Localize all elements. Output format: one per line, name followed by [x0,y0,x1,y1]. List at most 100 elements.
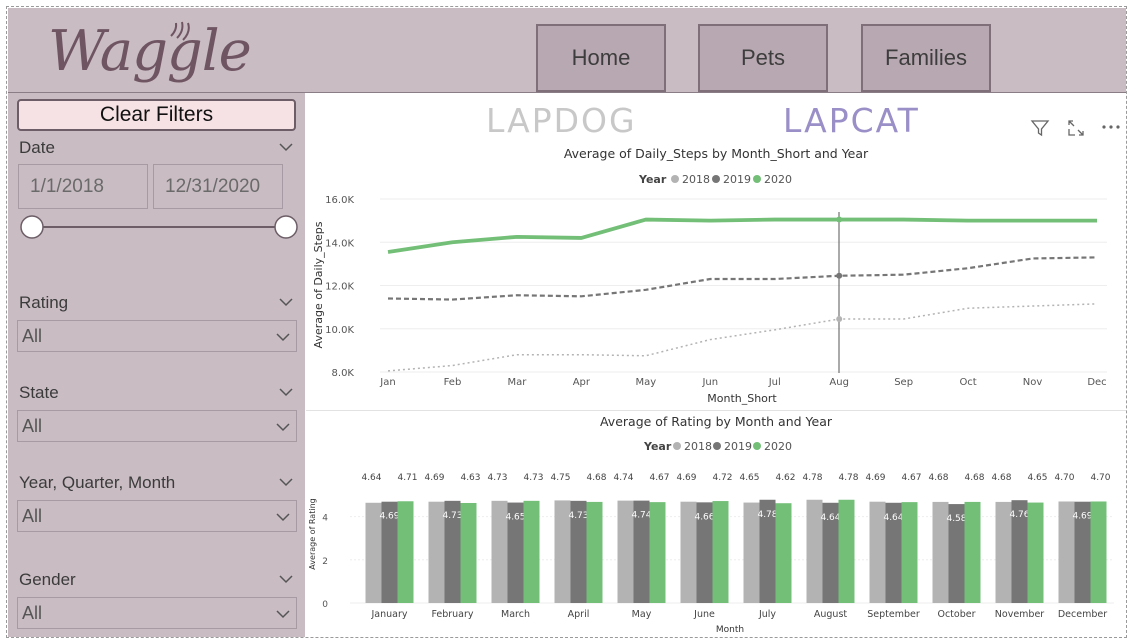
nav-home-button[interactable]: Home [536,24,666,92]
y-tick-label: 4 [322,514,328,524]
chevron-down-icon[interactable] [279,477,293,487]
state-dropdown[interactable]: All [17,410,297,442]
date-filter-label: Date [19,138,55,157]
bar-data-label: 4.78 [757,510,777,520]
chevron-down-icon[interactable] [279,574,293,584]
nav-families-button[interactable]: Families [861,24,991,92]
date-start-field[interactable]: 1/1/2018 [18,164,148,209]
bar-data-label: 4.75 [550,473,570,483]
bar-2020-July[interactable] [775,503,792,603]
bar-2020-March[interactable] [523,500,540,603]
legend-marker-2019 [713,442,721,450]
bar-data-label: 4.69 [424,473,444,483]
yqm-filter-label: Year, Quarter, Month [19,473,176,492]
x-tick-label: May [635,377,656,388]
bar-data-label: 4.78 [838,473,858,483]
chevron-down-icon[interactable] [279,142,293,152]
daily-steps-line-chart[interactable]: Average of Daily_Steps by Month_Short an… [306,143,1126,408]
bar-2020-November[interactable] [1027,502,1044,603]
x-tick-label: Oct [959,377,976,388]
series-line-2018[interactable] [387,303,1098,372]
x-tick-label: May [632,609,652,620]
bar-2020-January[interactable] [397,501,414,603]
bar-chart-legend: Year 2018 2019 2020 [643,440,792,453]
x-tick-label: Aug [829,377,849,388]
bar-data-label: 4.74 [613,473,633,483]
bar-chart-x-axis-label: Month [716,625,744,635]
chevron-down-icon [276,610,290,619]
bar-data-label: 4.78 [802,473,822,483]
bar-chart-title: Average of Rating by Month and Year [600,414,833,429]
bar-data-label: 4.68 [964,473,984,483]
line-chart-title: Average of Daily_Steps by Month_Short an… [564,146,869,161]
series-line-2020[interactable] [387,217,1097,254]
date-end-field[interactable]: 12/31/2020 [153,164,283,209]
nav-pets-button[interactable]: Pets [698,24,828,92]
chevron-down-icon[interactable] [279,387,293,397]
yqm-dropdown[interactable]: All [17,500,297,532]
bar-data-label: 4.69 [1072,512,1092,522]
bar-2020-February[interactable] [460,502,477,603]
chevron-down-icon [276,333,290,342]
chevron-down-icon [276,513,290,522]
bar-data-label: 4.69 [379,512,399,522]
bar-data-label: 4.65 [505,513,525,523]
x-tick-label: November [995,609,1045,620]
x-tick-label: Jul [768,377,781,388]
y-tick-label: 0 [322,600,328,610]
bar-data-label: 4.69 [676,473,696,483]
hover-point-2018[interactable] [836,316,843,323]
bar-2020-December[interactable] [1090,501,1107,603]
bar-chart-y-axis-label: Average of Rating [308,498,317,569]
rating-dropdown-value: All [22,325,43,346]
gender-dropdown[interactable]: All [17,597,297,629]
x-tick-label: April [568,609,590,620]
bar-2020-August[interactable] [838,499,855,603]
bar-data-label: 4.69 [865,473,885,483]
logo-waves-icon [170,21,190,41]
legend-label-2019: 2019 [724,440,752,453]
x-tick-label: August [814,609,848,620]
y-tick-label: 10.0K [325,325,354,336]
chevron-down-icon[interactable] [279,297,293,307]
bar-2020-September[interactable] [901,502,918,603]
filter-icon[interactable] [1030,118,1050,138]
x-tick-label: December [1058,609,1107,620]
date-range-slider[interactable] [16,213,300,243]
x-tick-label: Mar [507,377,527,388]
bar-2020-May[interactable] [649,502,666,603]
bar-data-label: 4.62 [775,473,795,483]
line-chart-y-axis-label: Average of Daily_Steps [312,221,325,348]
line-chart-series [387,216,1098,372]
bar-data-label: 4.76 [1009,510,1029,520]
line-chart-x-axis-label: Month_Short [707,392,777,405]
more-options-icon[interactable] [1101,124,1121,130]
bar-data-label: 4.73 [487,473,507,483]
rating-dropdown[interactable]: All [17,320,297,352]
legend-label-2020: 2020 [764,173,792,186]
legend-marker-2020 [753,175,761,183]
state-filter-label: State [19,383,59,402]
series-line-2019[interactable] [387,256,1098,301]
clear-filters-button[interactable]: Clear Filters [17,99,296,131]
rating-bar-chart[interactable]: Average of Rating by Month and Year Year… [306,410,1126,637]
bar-2020-April[interactable] [586,501,603,603]
bar-data-label: 4.64 [361,473,381,483]
hover-point-2019[interactable] [836,272,843,279]
focus-mode-icon[interactable] [1067,119,1085,137]
line-chart-gridlines [380,198,1107,373]
line-chart-y-ticks: 8.0K 10.0K 12.0K 14.0K 16.0K [325,195,354,379]
filter-sidebar: Clear Filters Date 1/1/2018 12/31/2020 R… [8,93,305,637]
bar-2020-October[interactable] [964,501,981,603]
bar-data-label: 4.67 [901,473,921,483]
x-tick-label: September [867,609,920,620]
bar-2020-June[interactable] [712,501,729,603]
gender-filter-label: Gender [19,570,76,589]
legend-marker-2019 [712,175,720,183]
bar-data-label: 4.68 [928,473,948,483]
bar-data-label: 4.73 [523,473,543,483]
chevron-down-icon [276,423,290,432]
bar-data-label: 4.64 [883,513,903,523]
hover-point-2020[interactable] [836,216,843,223]
waggle-logo[interactable]: Waggle [48,22,252,82]
